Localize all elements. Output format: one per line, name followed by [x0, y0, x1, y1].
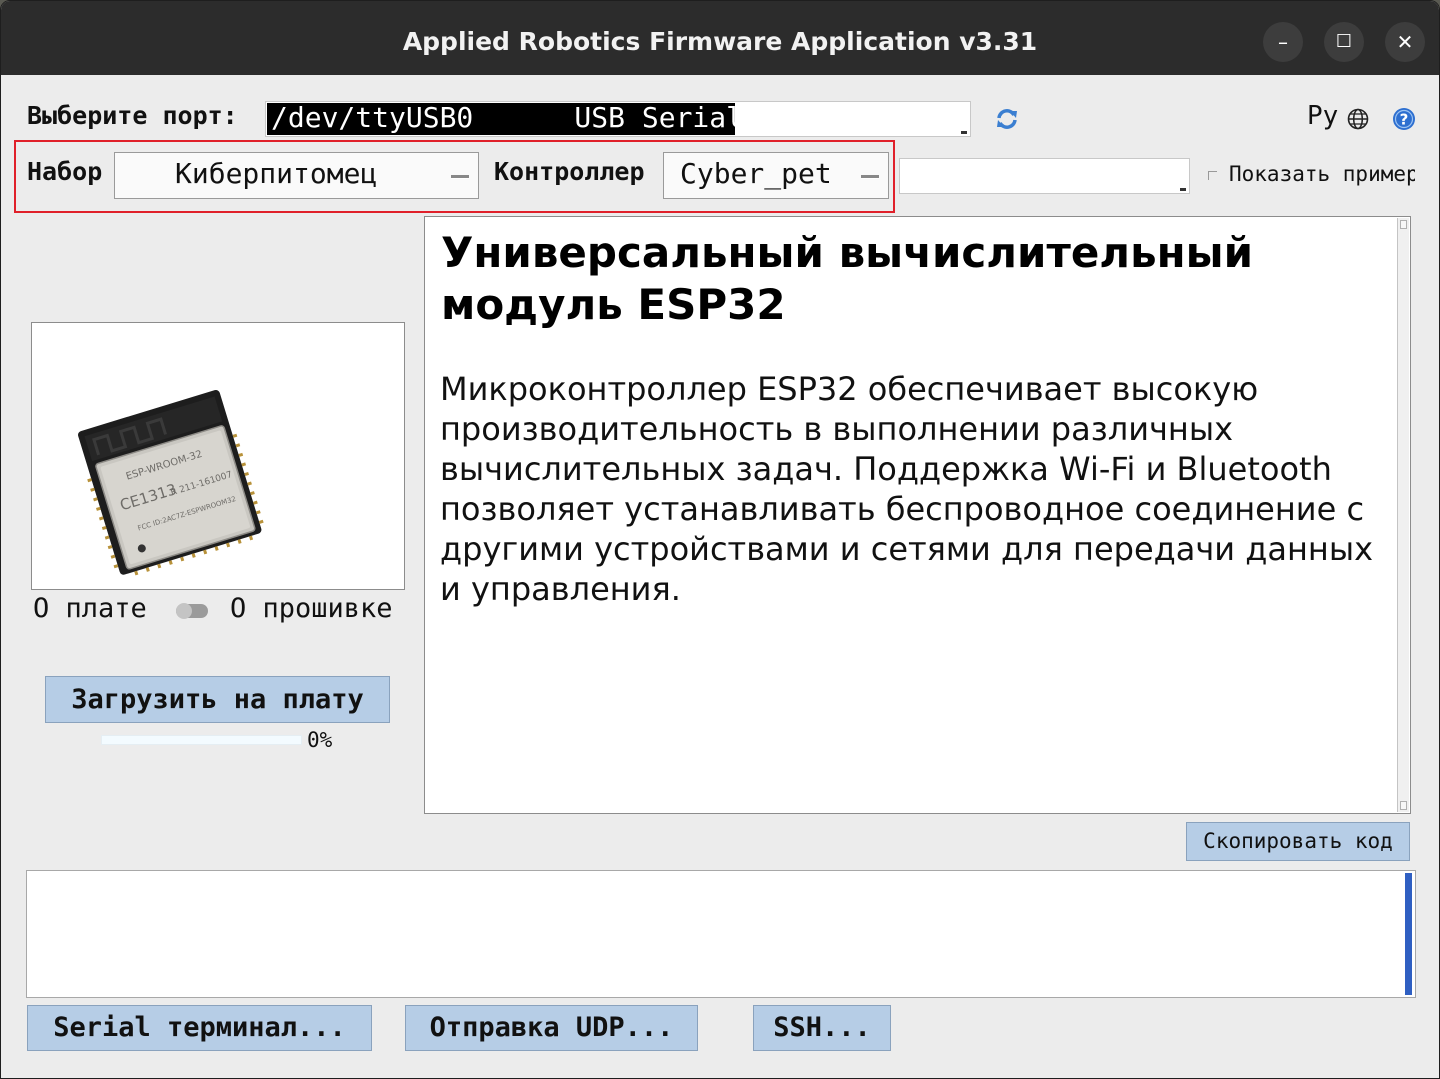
minimize-button[interactable]: – — [1263, 22, 1303, 62]
language-label[interactable]: Ру — [1307, 101, 1338, 131]
ssh-button[interactable]: SSH... — [753, 1005, 891, 1051]
esp32-module-illustration: ESP-WROOM-32 CE1313 R 211-161007 FCC ID:… — [78, 389, 264, 576]
toggle-knob — [176, 603, 192, 619]
copy-code-button[interactable]: Скопировать код — [1186, 822, 1410, 861]
port-label: Выберите порт: — [27, 101, 238, 130]
help-icon[interactable]: ? — [1392, 107, 1416, 131]
description-scrollbar[interactable] — [1397, 218, 1409, 812]
refresh-icon[interactable] — [995, 107, 1019, 131]
controller-value: Cyber_pet — [680, 157, 832, 190]
about-board-label[interactable]: О плате — [33, 593, 147, 624]
kit-value: Киберпитомец — [175, 157, 378, 190]
controller-dropdown-icon — [861, 175, 879, 179]
firmware-select[interactable] — [899, 158, 1190, 194]
scroll-down-arrow[interactable] — [1400, 801, 1407, 810]
console-output[interactable] — [26, 870, 1416, 998]
close-icon: ✕ — [1396, 30, 1414, 54]
serial-terminal-button[interactable]: Serial терминал... — [27, 1005, 372, 1051]
port-dropdown-icon — [961, 131, 967, 134]
app-window: Applied Robotics Firmware Application v3… — [0, 0, 1440, 1079]
scroll-up-arrow[interactable] — [1400, 220, 1407, 229]
title-bar[interactable]: Applied Robotics Firmware Application v3… — [1, 1, 1439, 75]
window-title: Applied Robotics Firmware Application v3… — [402, 27, 1038, 56]
about-firmware-label[interactable]: О прошивке — [230, 593, 393, 624]
controller-select[interactable]: Cyber_pet — [663, 152, 889, 199]
port-value: /dev/ttyUSB0 USB Serial — [271, 101, 744, 134]
about-toggle-switch[interactable] — [176, 603, 208, 619]
upload-button[interactable]: Загрузить на плату — [45, 676, 390, 723]
kit-dropdown-icon — [451, 175, 469, 179]
description-text: Микроконтроллер ESP32 обеспечивает высок… — [440, 370, 1374, 608]
show-examples-checkbox[interactable] — [1208, 171, 1217, 180]
description-panel: Универсальный вычислительный модуль ESP3… — [424, 216, 1411, 814]
show-examples-label[interactable]: Показать пример — [1229, 162, 1415, 186]
kit-select[interactable]: Киберпитомец — [114, 152, 479, 199]
globe-icon[interactable] — [1347, 108, 1369, 130]
close-button[interactable]: ✕ — [1385, 22, 1425, 62]
board-image: ESP-WROOM-32 CE1313 R 211-161007 FCC ID:… — [31, 322, 405, 590]
send-udp-button[interactable]: Отправка UDP... — [405, 1005, 698, 1051]
minimize-icon: – — [1278, 30, 1288, 54]
upload-progress-text: 0% — [307, 728, 333, 752]
upload-progress-bar — [101, 735, 302, 745]
controller-label: Контроллер — [494, 157, 645, 186]
svg-text:?: ? — [1400, 111, 1409, 129]
maximize-button[interactable]: ☐ — [1324, 22, 1364, 62]
console-scrollbar[interactable] — [1405, 873, 1412, 995]
port-select[interactable]: /dev/ttyUSB0 USB Serial — [265, 101, 971, 137]
firmware-dropdown-icon — [1180, 188, 1186, 191]
kit-label: Набор — [27, 157, 103, 186]
maximize-icon: ☐ — [1335, 31, 1353, 52]
description-title: Универсальный вычислительный модуль ESP3… — [441, 228, 1254, 329]
